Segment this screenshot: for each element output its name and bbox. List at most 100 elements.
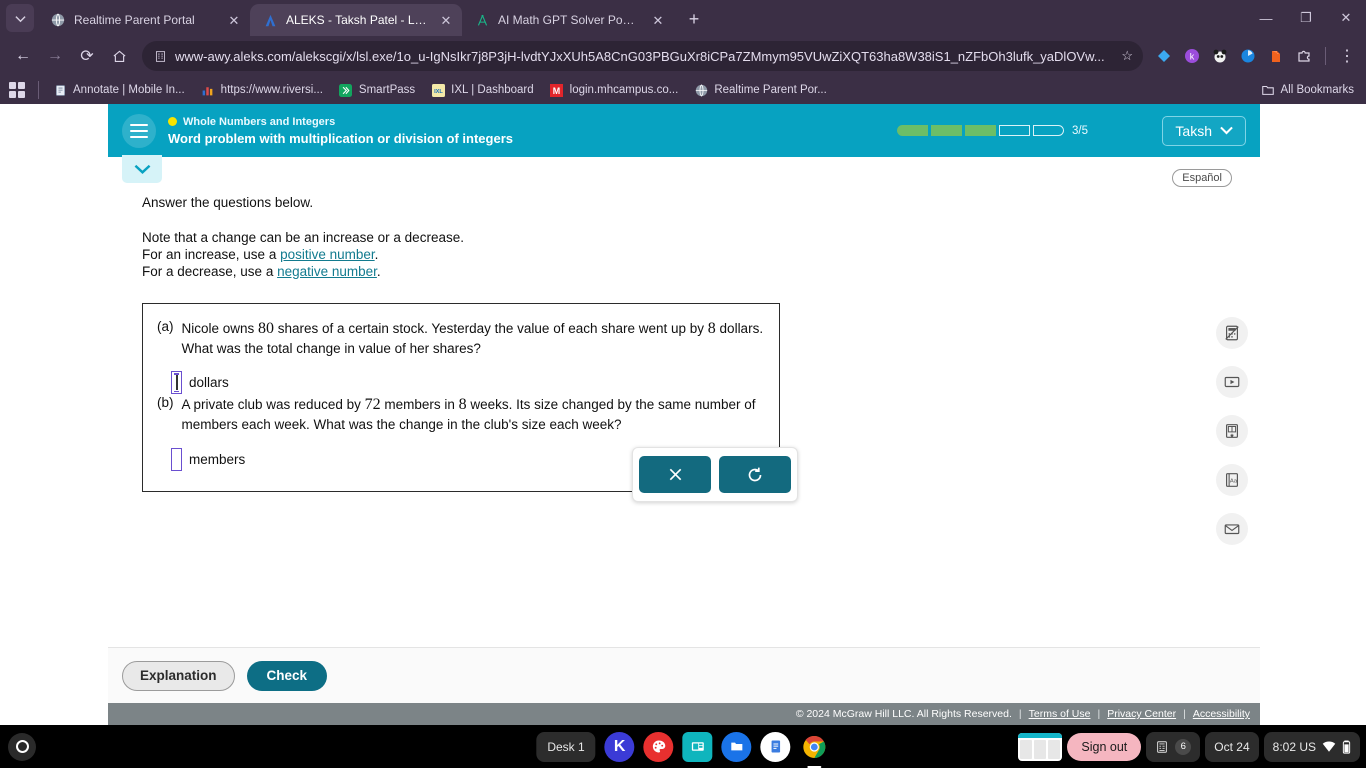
all-bookmarks-button[interactable]: All Bookmarks bbox=[1261, 83, 1359, 97]
browser-tab-1[interactable]: Realtime Parent Portal ✕ bbox=[38, 4, 250, 36]
calculator-disabled-icon[interactable] bbox=[1216, 317, 1248, 349]
tray-apps-button[interactable]: 6 bbox=[1146, 731, 1201, 762]
tab-search-button[interactable] bbox=[6, 4, 34, 32]
negative-number-link[interactable]: negative number bbox=[277, 264, 377, 279]
copyright-text: © 2024 McGraw Hill LLC. All Rights Reser… bbox=[795, 708, 1012, 720]
svg-text:IXL: IXL bbox=[434, 88, 443, 94]
launcher-icon[interactable] bbox=[8, 732, 36, 761]
topic-label: Whole Numbers and Integers bbox=[183, 115, 336, 128]
tab-close-icon[interactable]: ✕ bbox=[226, 12, 242, 28]
undo-icon bbox=[748, 467, 762, 481]
wifi-icon bbox=[1322, 741, 1336, 752]
new-tab-button[interactable]: + bbox=[680, 5, 708, 33]
explanation-button[interactable]: Explanation bbox=[122, 660, 235, 691]
close-window-button[interactable]: ✕ bbox=[1326, 0, 1366, 36]
desk-button[interactable]: Desk 1 bbox=[536, 731, 596, 762]
question-content: Español Answer the questions below. Note… bbox=[108, 155, 1260, 647]
globe-icon bbox=[694, 83, 708, 97]
status-tray[interactable]: 8:02 US bbox=[1263, 731, 1360, 762]
bookmark-star-icon[interactable]: ☆ bbox=[1121, 48, 1133, 64]
check-button[interactable]: Check bbox=[246, 660, 328, 691]
browser-tab-2[interactable]: ALEKS - Taksh Patel - Learn ✕ bbox=[250, 4, 462, 36]
chevron-down-icon bbox=[14, 15, 26, 22]
browser-toolbar: ← → ⟳ www-awy.aleks.com/alekscgi/x/lsl.e… bbox=[0, 36, 1366, 76]
bookmark-item-riverside[interactable]: https://www.riversi... bbox=[195, 80, 329, 100]
khan-academy-icon[interactable]: K bbox=[604, 731, 635, 762]
launcher-ring bbox=[15, 740, 29, 753]
terms-of-use-link[interactable]: Terms of Use bbox=[1029, 708, 1091, 720]
bookmark-item-mhcampus[interactable]: M login.mhcampus.co... bbox=[544, 80, 685, 100]
question-b-text-1: A private club was reduced by bbox=[181, 397, 365, 413]
svg-text:Aa: Aa bbox=[1230, 478, 1238, 484]
video-icon[interactable] bbox=[1216, 366, 1248, 398]
panda-extension-icon[interactable] bbox=[1209, 45, 1231, 67]
privacy-center-link[interactable]: Privacy Center bbox=[1107, 708, 1176, 720]
user-name: Taksh bbox=[1175, 122, 1212, 139]
tab-title: Realtime Parent Portal bbox=[74, 13, 195, 27]
reader-extension-icon[interactable] bbox=[1265, 45, 1287, 67]
all-bookmarks-label: All Bookmarks bbox=[1280, 84, 1355, 96]
progress-segment bbox=[999, 125, 1030, 136]
chromeos-shelf: Desk 1 K Sign out 6 Oct 24 8:02 US bbox=[0, 725, 1366, 768]
mail-icon[interactable] bbox=[1216, 513, 1248, 545]
tab-close-icon[interactable]: ✕ bbox=[650, 12, 666, 28]
question-a-answer-row: dollars bbox=[171, 371, 765, 395]
footer-divider: | bbox=[1018, 708, 1022, 720]
question-b-answer-input[interactable] bbox=[171, 447, 182, 471]
bookmark-item-smartpass[interactable]: SmartPass bbox=[333, 80, 421, 100]
k-extension-icon[interactable]: k bbox=[1181, 45, 1203, 67]
collapse-panel-button[interactable] bbox=[122, 155, 162, 183]
url-text: www-awy.aleks.com/alekscgi/x/lsl.exe/1o_… bbox=[175, 48, 1105, 64]
chrome-icon[interactable] bbox=[800, 732, 830, 762]
chevron-down-icon bbox=[134, 164, 150, 174]
undo-button[interactable] bbox=[719, 456, 791, 493]
site-info-icon[interactable] bbox=[154, 50, 167, 63]
art-palette-icon[interactable] bbox=[643, 731, 674, 762]
folder-icon bbox=[1261, 83, 1275, 97]
address-bar[interactable]: www-awy.aleks.com/alekscgi/x/lsl.exe/1o_… bbox=[142, 41, 1143, 71]
tab-close-icon[interactable]: ✕ bbox=[438, 12, 454, 28]
espanol-button[interactable]: Español bbox=[1172, 169, 1232, 187]
aleks-app: Whole Numbers and Integers Word problem … bbox=[108, 104, 1260, 725]
extension-icons: k ⋮ bbox=[1153, 45, 1358, 67]
mcgraw-icon: M bbox=[550, 83, 564, 97]
apps-grid-icon[interactable] bbox=[8, 81, 26, 99]
progress-segment bbox=[1033, 125, 1064, 136]
positive-number-link[interactable]: positive number bbox=[280, 247, 375, 262]
book-icon[interactable] bbox=[1216, 415, 1248, 447]
bookmark-item-annotate[interactable]: Annotate | Mobile In... bbox=[47, 80, 191, 100]
diamond-extension-icon[interactable] bbox=[1153, 45, 1175, 67]
reload-button[interactable]: ⟳ bbox=[72, 41, 102, 71]
tab-strip: Realtime Parent Portal ✕ ALEKS - Taksh P… bbox=[0, 0, 1366, 36]
window-preview-icon[interactable] bbox=[1018, 732, 1063, 761]
maximize-button[interactable]: ❐ bbox=[1286, 0, 1326, 36]
home-button[interactable] bbox=[104, 41, 134, 71]
browser-window: Realtime Parent Portal ✕ ALEKS - Taksh P… bbox=[0, 0, 1366, 725]
sign-out-button[interactable]: Sign out bbox=[1067, 732, 1142, 761]
clear-button[interactable] bbox=[639, 456, 711, 493]
puzzle-extension-icon[interactable] bbox=[1293, 45, 1315, 67]
shelf-status-area: Sign out 6 Oct 24 8:02 US bbox=[1018, 731, 1360, 762]
minimize-button[interactable]: — bbox=[1246, 0, 1286, 36]
clarity-extension-icon[interactable] bbox=[1237, 45, 1259, 67]
forward-button[interactable]: → bbox=[40, 41, 70, 71]
bookmark-item-realtime[interactable]: Realtime Parent Por... bbox=[688, 80, 833, 100]
docs-icon[interactable] bbox=[760, 731, 791, 762]
bookmark-item-ixl[interactable]: IXL IXL | Dashboard bbox=[425, 80, 539, 100]
bookmark-label: IXL | Dashboard bbox=[451, 84, 534, 96]
dictionary-icon[interactable]: Aa bbox=[1216, 464, 1248, 496]
files-icon[interactable] bbox=[721, 731, 752, 762]
browser-tab-3[interactable]: AI Math GPT Solver Powered b ✕ bbox=[462, 4, 674, 36]
svg-text:k: k bbox=[1190, 52, 1195, 62]
presentation-icon[interactable] bbox=[682, 731, 713, 762]
date-tray[interactable]: Oct 24 bbox=[1205, 731, 1259, 762]
hamburger-icon[interactable] bbox=[122, 113, 156, 148]
back-button[interactable]: ← bbox=[8, 41, 38, 71]
smartpass-icon bbox=[339, 83, 353, 97]
question-a-answer-input[interactable] bbox=[171, 371, 182, 395]
accessibility-link[interactable]: Accessibility bbox=[1193, 708, 1250, 720]
user-menu-button[interactable]: Taksh bbox=[1162, 115, 1246, 146]
browser-menu-button[interactable]: ⋮ bbox=[1336, 45, 1358, 67]
question-b-text-2: members in bbox=[380, 397, 459, 413]
progress-segment bbox=[897, 125, 928, 136]
